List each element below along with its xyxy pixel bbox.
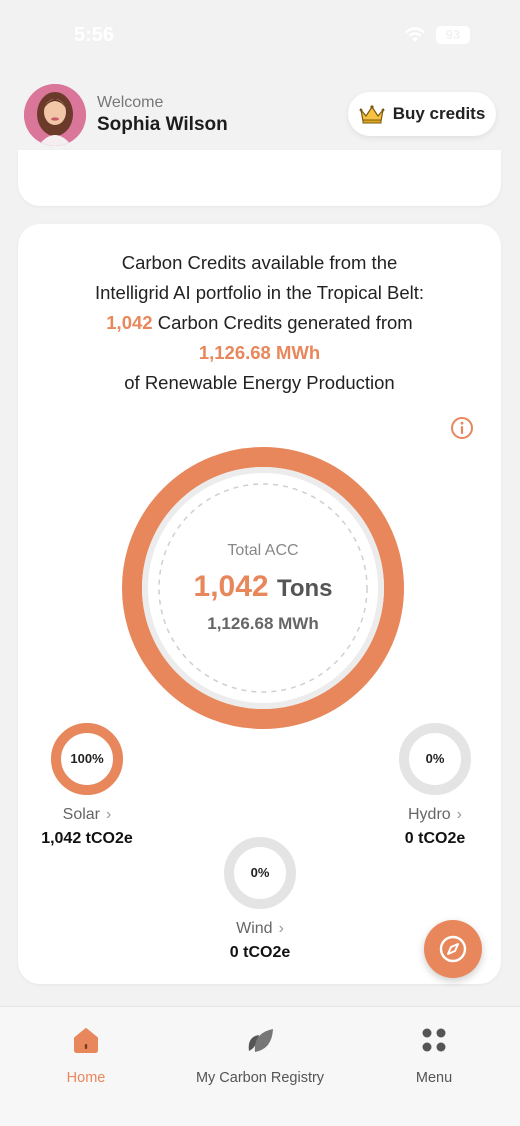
hydro-link[interactable]: Hydro ›	[380, 806, 490, 824]
wind-percent: 0%	[250, 865, 270, 880]
summary-line-1: Carbon Credits available from the	[121, 252, 398, 273]
wifi-icon	[405, 27, 425, 42]
nav-carbon-registry[interactable]: My Carbon Registry	[190, 1025, 330, 1086]
avatar[interactable]	[24, 84, 86, 146]
solar-value: 1,042 tCO2e	[41, 830, 133, 847]
solar-label: Solar	[62, 806, 101, 823]
battery-indicator: 93	[436, 26, 470, 44]
source-hydro[interactable]: 0% Hydro › 0 tCO2e	[380, 722, 490, 848]
chevron-right-icon: ›	[278, 920, 284, 937]
solar-link[interactable]: Solar ›	[32, 806, 142, 824]
summary-line-3: 1,042 Carbon Credits generated from	[18, 308, 501, 338]
status-bar: 5:56 93	[0, 0, 520, 70]
buy-credits-label: Buy credits	[392, 104, 486, 123]
hydro-label: Hydro	[407, 806, 451, 823]
chevron-right-icon: ›	[456, 806, 462, 823]
nav-home-label: Home	[66, 1070, 106, 1086]
solar-percent: 100%	[70, 751, 104, 766]
total-mwh: 1,126.68 MWh	[207, 614, 319, 633]
avatar-image	[24, 84, 86, 146]
hydro-percent: 0%	[425, 751, 445, 766]
energy-value: 1,126.68 MWh	[198, 342, 321, 363]
total-tons-value: 1,042	[193, 570, 269, 603]
welcome-label: Welcome	[97, 94, 164, 111]
nav-home[interactable]: Home	[46, 1025, 126, 1086]
total-acc-label: Total ACC	[227, 542, 299, 559]
explore-fab-button[interactable]	[424, 920, 482, 978]
total-tons: 1,042 Tons	[121, 570, 405, 604]
hydro-value: 0 tCO2e	[404, 830, 466, 847]
chevron-right-icon: ›	[106, 806, 112, 823]
crown-icon	[359, 105, 385, 124]
compass-icon	[439, 935, 467, 963]
wind-value: 0 tCO2e	[229, 944, 291, 961]
buy-credits-button[interactable]: Buy credits	[348, 92, 496, 136]
source-solar[interactable]: 100% Solar › 1,042 tCO2e	[32, 722, 142, 848]
total-acc-center: Total ACC 1,042 Tons 1,126.68 MWh	[121, 446, 405, 730]
nav-carbon-registry-label: My Carbon Registry	[195, 1070, 325, 1086]
carbon-credits-card: Carbon Credits available from the Intell…	[18, 224, 501, 984]
bottom-nav: Home My Carbon Registry Menu	[0, 1006, 520, 1126]
home-icon	[74, 1028, 98, 1053]
nav-menu[interactable]: Menu	[394, 1025, 474, 1086]
previous-card	[18, 150, 501, 206]
status-time: 5:56	[74, 24, 115, 46]
summary-line-2: Intelligrid AI portfolio in the Tropical…	[94, 282, 425, 303]
nav-menu-label: Menu	[415, 1070, 453, 1086]
user-name: Sophia Wilson	[97, 114, 228, 135]
menu-dots-icon	[422, 1028, 446, 1052]
credits-value: 1,042	[106, 312, 153, 333]
summary-line-5: of Renewable Energy Production	[124, 372, 395, 393]
leaf-icon	[248, 1029, 273, 1052]
header: Welcome Sophia Wilson Buy credits	[0, 80, 520, 150]
credits-text: Carbon Credits generated from	[157, 312, 413, 333]
wind-label: Wind	[236, 920, 273, 937]
total-tons-unit: Tons	[276, 575, 333, 602]
wind-link[interactable]: Wind ›	[205, 920, 315, 938]
source-wind[interactable]: 0% Wind › 0 tCO2e	[205, 836, 315, 962]
info-icon[interactable]	[450, 416, 474, 440]
summary-text: Carbon Credits available from the Intell…	[18, 248, 501, 398]
